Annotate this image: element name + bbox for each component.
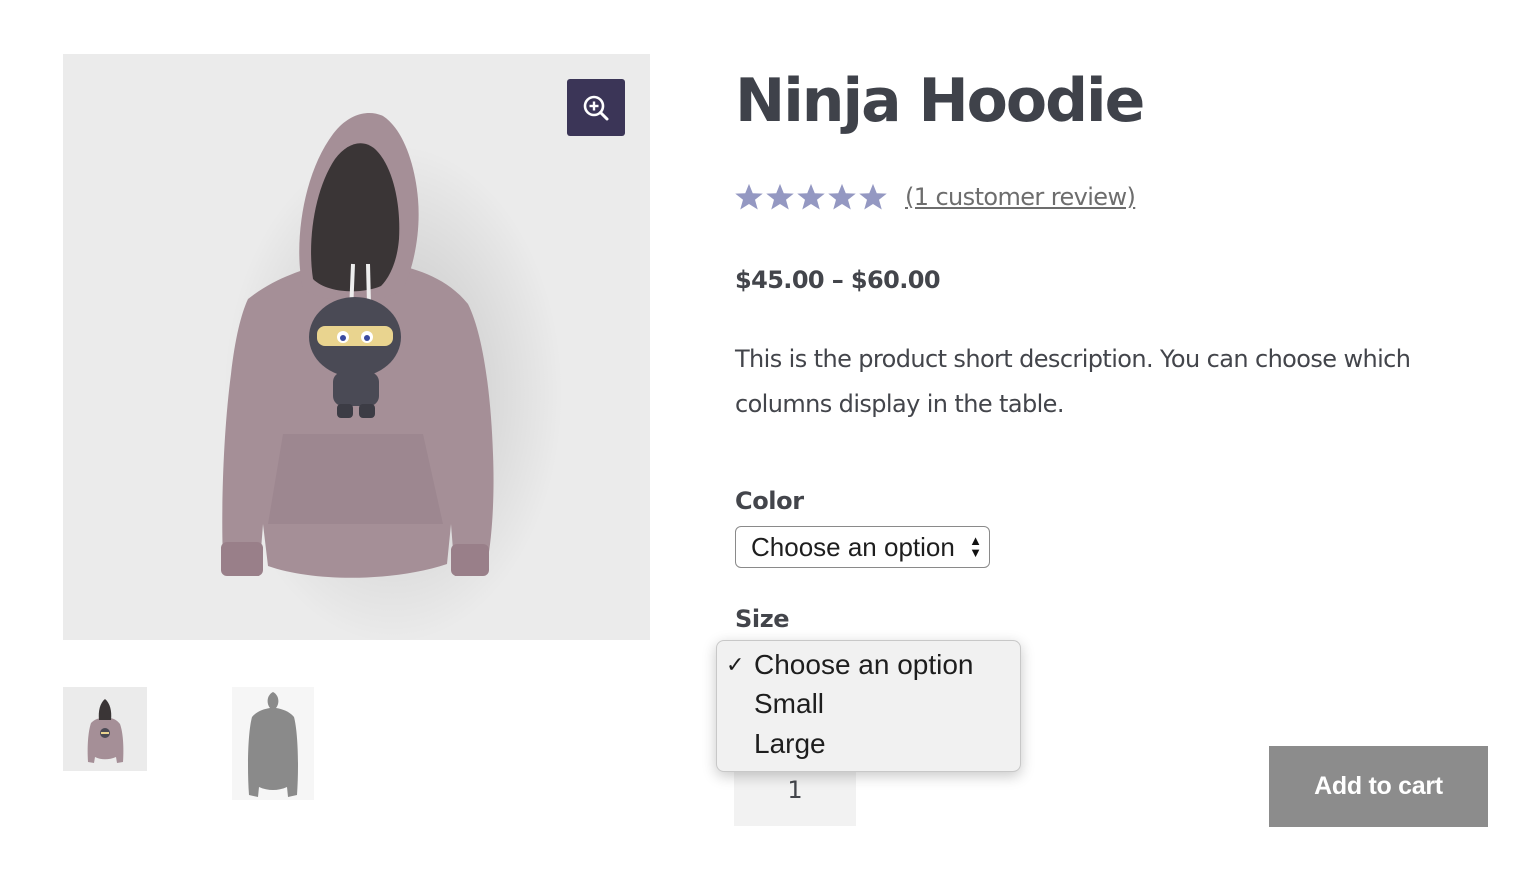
star-rating bbox=[734, 182, 888, 212]
zoom-in-icon bbox=[583, 95, 609, 120]
color-select-value: Choose an option bbox=[751, 531, 955, 562]
zoom-button[interactable] bbox=[567, 79, 625, 136]
size-label: Size bbox=[735, 605, 790, 633]
star-icon bbox=[735, 183, 763, 210]
select-arrows-icon: ▲ ▼ bbox=[969, 533, 982, 560]
hoodie-back-thumbnail bbox=[248, 692, 298, 797]
color-label: Color bbox=[735, 487, 804, 515]
size-option-large[interactable]: Large bbox=[754, 725, 826, 763]
product-main-image[interactable] bbox=[63, 54, 650, 640]
add-to-cart-button[interactable]: Add to cart bbox=[1269, 746, 1488, 827]
product-price: $45.00 – $60.00 bbox=[735, 266, 941, 294]
star-icon bbox=[797, 183, 825, 210]
star-icon bbox=[859, 183, 887, 210]
hoodie-image bbox=[221, 113, 563, 640]
checkmark-icon: ✓ bbox=[726, 652, 745, 677]
size-option-choose[interactable]: Choose an option bbox=[754, 646, 974, 684]
product-title: Ninja Hoodie bbox=[735, 66, 1145, 136]
thumbnail-hoodie-front[interactable] bbox=[63, 687, 147, 771]
size-option-small[interactable]: Small bbox=[754, 685, 824, 723]
size-dropdown-menu[interactable]: ✓ Choose an option Small Large bbox=[716, 640, 1021, 772]
hoodie-front-thumbnail bbox=[87, 699, 124, 763]
product-short-description: This is the product short description. Y… bbox=[735, 345, 1411, 418]
star-icon bbox=[766, 183, 794, 210]
thumbnail-hoodie-back[interactable] bbox=[232, 687, 314, 800]
customer-review-link[interactable]: (1 customer review) bbox=[905, 183, 1136, 211]
color-select[interactable]: Choose an option ▲ ▼ bbox=[735, 526, 990, 568]
star-icon bbox=[828, 183, 856, 210]
